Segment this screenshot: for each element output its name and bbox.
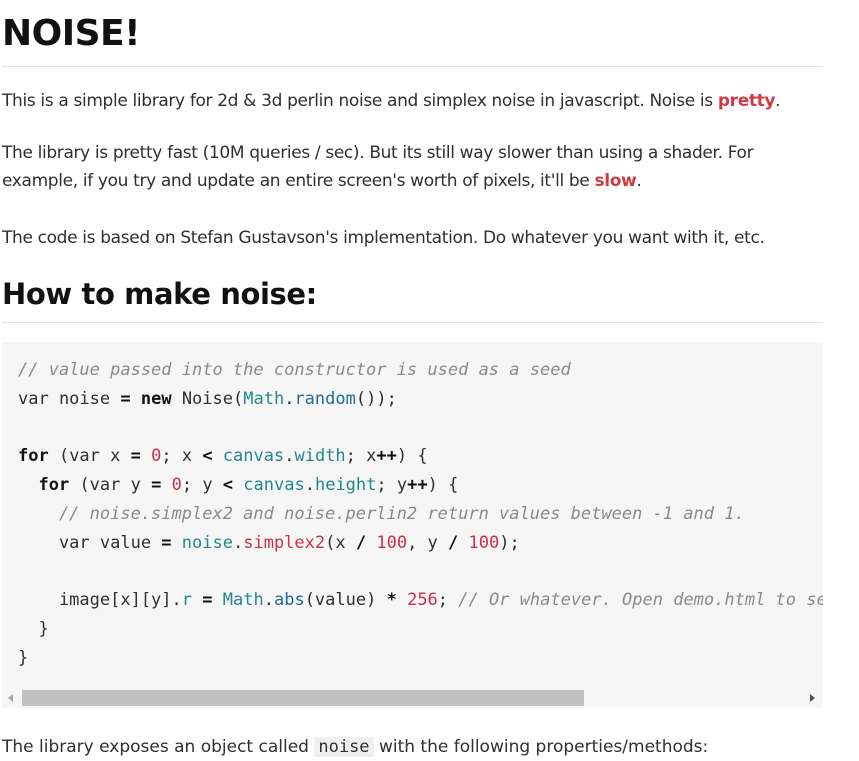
- speed-line2: example, if you try and update an entire…: [2, 171, 595, 191]
- slow-highlight: slow: [594, 171, 637, 191]
- code-line-6: // noise.simplex2 and noise.perlin2 retu…: [18, 503, 745, 524]
- speed-end: .: [636, 171, 642, 191]
- api-intro-paragraph: The library exposes an object called noi…: [2, 733, 708, 761]
- speed-paragraph: The library is pretty fast (10M queries …: [2, 139, 802, 195]
- code-line-4: for (var x = 0; x < canvas.width; x++) {: [18, 446, 428, 467]
- speed-line1: The library is pretty fast (10M queries …: [2, 143, 754, 163]
- code-line-7: var value = noise.simplex2(x / 100, y / …: [18, 532, 520, 553]
- code-line-1: // value passed into the constructor is …: [18, 360, 571, 380]
- page-title: NOISE!: [2, 13, 141, 54]
- section-heading: How to make noise:: [2, 277, 317, 311]
- code-block[interactable]: // value passed into the constructor is …: [2, 342, 823, 708]
- inline-code-noise: noise: [314, 737, 374, 757]
- scrollbar-thumb[interactable]: [22, 690, 584, 706]
- horizontal-scrollbar[interactable]: [2, 688, 823, 708]
- code-listing: // value passed into the constructor is …: [18, 356, 823, 672]
- title-divider: [2, 66, 823, 67]
- scroll-left-arrow-icon[interactable]: [8, 694, 13, 702]
- code-line-2: var noise = new Noise(Math.random());: [18, 388, 397, 409]
- code-line-10: }: [18, 618, 49, 639]
- pretty-highlight: pretty: [717, 91, 776, 111]
- credit-paragraph: The code is based on Stefan Gustavson's …: [2, 228, 765, 248]
- section-divider: [2, 322, 823, 323]
- intro-end: .: [775, 91, 781, 111]
- api-intro-before: The library exposes an object called: [2, 737, 315, 757]
- api-intro-after: with the following properties/methods:: [373, 737, 709, 757]
- intro-text: This is a simple library for 2d & 3d per…: [2, 91, 718, 111]
- intro-paragraph: This is a simple library for 2d & 3d per…: [2, 87, 802, 115]
- code-line-5: for (var y = 0; y < canvas.height; y++) …: [38, 475, 459, 495]
- code-line-9: image[x][y].r = Math.abs(value) * 256; /…: [18, 590, 823, 610]
- code-line-11: }: [18, 647, 29, 668]
- scroll-right-arrow-icon[interactable]: [810, 694, 815, 702]
